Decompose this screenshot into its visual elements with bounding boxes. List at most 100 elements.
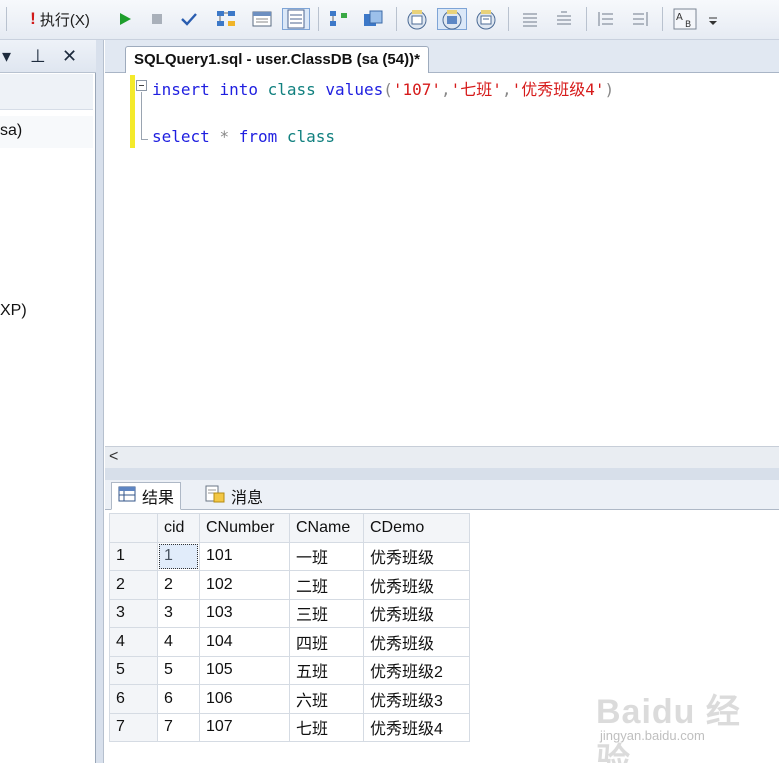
results-grid: cid CNumber CName CDemo 1 1 101 一班 优秀班级 … <box>109 513 470 742</box>
increase-indent-button[interactable] <box>628 8 652 30</box>
results-to-grid-button[interactable] <box>282 8 310 30</box>
decrease-indent-button[interactable] <box>594 8 618 30</box>
grid-cell[interactable]: 优秀班级2 <box>363 655 470 685</box>
grid-cell[interactable]: 一班 <box>289 541 364 571</box>
query-options-button[interactable] <box>250 8 274 30</box>
grid-corner[interactable] <box>109 513 158 543</box>
grid-cell[interactable]: 104 <box>199 627 290 657</box>
toolbar-overflow-button[interactable] <box>706 8 720 30</box>
decrease-indent-icon <box>598 12 613 26</box>
grid-cell[interactable]: 102 <box>199 570 290 600</box>
object-explorer-toolbar <box>0 74 93 110</box>
include-plan-button[interactable] <box>326 8 352 30</box>
grid-icon <box>118 486 136 507</box>
tab-messages[interactable]: 消息 <box>199 482 269 510</box>
window-position-icon[interactable]: ▾ <box>2 46 11 66</box>
tab-results[interactable]: 结果 <box>111 482 182 510</box>
uncomment-button[interactable] <box>552 8 576 30</box>
grid-cell[interactable]: 106 <box>199 684 290 714</box>
results-to-file-icon <box>476 10 496 30</box>
grid-cell[interactable]: 105 <box>199 655 290 685</box>
close-icon[interactable]: ✕ <box>62 46 77 66</box>
grid-cell[interactable]: 优秀班级 <box>363 627 470 657</box>
query-designer-button[interactable] <box>403 8 431 30</box>
tab-sqlquery1[interactable]: SQLQuery1.sql - user.ClassDB (sa (54))* <box>125 46 429 74</box>
row-number[interactable]: 6 <box>109 684 158 714</box>
grid-cell[interactable]: 7 <box>157 712 200 742</box>
grid-cell[interactable]: 101 <box>199 541 290 571</box>
grid-cell[interactable]: 优秀班级 <box>363 598 470 628</box>
query-designer-icon <box>407 10 427 30</box>
uncomment-icon <box>557 11 571 25</box>
toolbar-separator <box>586 7 587 31</box>
tab-results-label: 结果 <box>142 490 175 507</box>
table-row: 4 4 104 四班 优秀班级 <box>109 627 470 657</box>
collapse-toggle-icon[interactable] <box>136 80 147 91</box>
grid-cell[interactable]: 优秀班级3 <box>363 684 470 714</box>
parse-button[interactable] <box>178 8 200 30</box>
grid-cell[interactable]: 6 <box>157 684 200 714</box>
row-number[interactable]: 1 <box>109 541 158 571</box>
results-to-text-button[interactable] <box>437 8 467 30</box>
editor-horizontal-scrollbar[interactable]: < <box>105 446 779 468</box>
row-number[interactable]: 2 <box>109 570 158 600</box>
grid-cell[interactable]: 2 <box>157 570 200 600</box>
grid-cell[interactable]: 107 <box>199 712 290 742</box>
tree-node-selected[interactable]: sa) <box>0 116 93 148</box>
grid-cell[interactable]: 三班 <box>289 598 364 628</box>
grid-cell[interactable]: 七班 <box>289 712 364 742</box>
editor-gutter <box>105 73 131 446</box>
row-number[interactable]: 5 <box>109 655 158 685</box>
run-button[interactable] <box>114 8 136 30</box>
chevron-down-icon <box>709 17 717 25</box>
increase-indent-icon <box>633 12 648 26</box>
results-tabstrip: 结果 消息 <box>105 480 779 510</box>
table-row: 1 1 101 一班 优秀班级 <box>109 541 470 571</box>
parse-icon <box>181 13 197 26</box>
code-line-insert[interactable]: insert into class values('107','七班','优秀班… <box>152 76 614 100</box>
comment-button[interactable] <box>518 8 542 30</box>
grid-cell[interactable]: 优秀班级 <box>363 570 470 600</box>
table-row: 6 6 106 六班 优秀班级3 <box>109 684 470 714</box>
scroll-left-icon[interactable]: < <box>109 448 118 466</box>
specify-values-icon: AB <box>673 8 697 30</box>
column-header[interactable]: CDemo <box>363 513 470 543</box>
column-header[interactable]: cid <box>157 513 200 543</box>
pane-splitter[interactable] <box>96 40 104 763</box>
results-to-file-button[interactable] <box>472 8 500 30</box>
results-splitter[interactable] <box>105 468 779 480</box>
grid-cell[interactable]: 五班 <box>289 655 364 685</box>
change-marker <box>130 75 135 148</box>
grid-cell[interactable]: 四班 <box>289 627 364 657</box>
tree-node-label[interactable]: XP) <box>0 302 27 320</box>
display-plan-icon <box>217 11 235 26</box>
toolbar-separator <box>6 7 7 31</box>
grid-cell[interactable]: 优秀班级 <box>363 541 470 571</box>
toolbar-separator <box>662 7 663 31</box>
row-number[interactable]: 3 <box>109 598 158 628</box>
sql-editor[interactable]: insert into class values('107','七班','优秀班… <box>136 73 779 446</box>
grid-cell[interactable]: 103 <box>199 598 290 628</box>
client-stats-button[interactable] <box>360 8 386 30</box>
display-plan-button[interactable] <box>213 8 239 30</box>
row-number[interactable]: 4 <box>109 627 158 657</box>
stop-button[interactable] <box>146 8 168 30</box>
grid-cell[interactable]: 二班 <box>289 570 364 600</box>
outline-line <box>141 92 142 140</box>
column-header[interactable]: CNumber <box>199 513 290 543</box>
grid-cell[interactable]: 5 <box>157 655 200 685</box>
pin-icon[interactable]: ⊥ <box>30 46 46 66</box>
grid-cell[interactable]: 优秀班级4 <box>363 712 470 742</box>
grid-cell[interactable]: 六班 <box>289 684 364 714</box>
code-line-select[interactable]: select * from class <box>152 127 335 146</box>
row-number[interactable]: 7 <box>109 712 158 742</box>
specify-values-button[interactable]: AB <box>670 8 700 30</box>
grid-header-row: cid CNumber CName CDemo <box>109 513 470 543</box>
grid-cell[interactable]: 4 <box>157 627 200 657</box>
grid-cell[interactable]: 3 <box>157 598 200 628</box>
execute-button[interactable]: ! 执行(X) <box>14 8 106 30</box>
toolbar-separator <box>508 7 509 31</box>
column-header[interactable]: CName <box>289 513 364 543</box>
messages-icon <box>205 485 225 508</box>
grid-cell-selected[interactable]: 1 <box>157 541 200 571</box>
